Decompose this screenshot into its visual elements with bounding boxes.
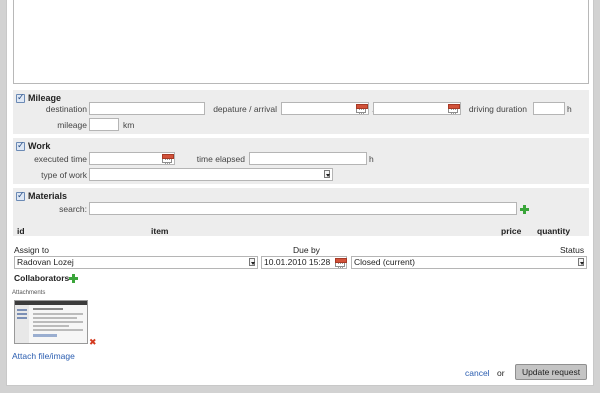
assign-to-select[interactable]: Radovan Lozej	[14, 256, 258, 269]
driving-duration-input[interactable]	[533, 102, 565, 115]
executed-calendar-icon[interactable]	[162, 154, 174, 164]
arrival-calendar-icon[interactable]	[448, 104, 460, 114]
attachment-thumbnail[interactable]	[14, 300, 88, 344]
add-material-icon[interactable]	[520, 205, 529, 214]
materials-search-label: search:	[59, 204, 87, 214]
mileage-checkbox-icon[interactable]	[16, 93, 25, 103]
materials-title: Materials	[28, 191, 68, 201]
departure-calendar-icon[interactable]	[356, 104, 368, 114]
add-collaborator-icon[interactable]	[69, 274, 78, 283]
materials-checkbox-icon[interactable]	[16, 191, 25, 201]
work-checkbox-icon[interactable]	[16, 141, 25, 151]
time-elapsed-input[interactable]	[249, 152, 367, 165]
mileage-unit: km	[123, 120, 135, 130]
column-header-quantity: quantity	[537, 226, 571, 236]
attachments-label: Attachments	[12, 290, 46, 296]
type-of-work-dropdown-arrow-icon[interactable]	[324, 170, 330, 178]
executed-time-label: executed time	[34, 154, 87, 164]
column-header-item: item	[151, 226, 169, 236]
departure-label: depature / arrival	[213, 104, 277, 114]
cancel-link[interactable]: cancel	[465, 368, 490, 378]
update-request-button[interactable]: Update request	[515, 364, 587, 380]
materials-search-input[interactable]	[89, 202, 517, 215]
destination-input[interactable]	[89, 102, 205, 115]
time-elapsed-unit: h	[369, 154, 374, 164]
or-text: or	[497, 368, 505, 378]
destination-label: destination	[45, 104, 87, 114]
status-label: Status	[560, 245, 585, 255]
mileage-input[interactable]	[89, 118, 119, 131]
due-by-label: Due by	[293, 245, 320, 255]
driving-duration-unit: h	[567, 104, 572, 114]
work-title: Work	[28, 141, 51, 151]
assign-to-label: Assign to	[14, 245, 49, 255]
delete-attachment-icon[interactable]: ✖	[89, 339, 97, 348]
description-textarea[interactable]	[13, 0, 589, 84]
due-by-calendar-icon[interactable]	[335, 258, 347, 268]
time-elapsed-label: time elapsed	[196, 154, 245, 164]
collaborators-label: Collaborators	[14, 273, 70, 283]
type-of-work-select[interactable]	[89, 168, 333, 181]
status-select[interactable]: Closed (current)	[351, 256, 587, 269]
column-header-id: id	[17, 226, 25, 236]
attach-file-link[interactable]: Attach file/image	[12, 351, 75, 361]
mileage-label: mileage	[57, 120, 87, 130]
type-of-work-label: type of work	[41, 170, 87, 180]
status-dropdown-arrow-icon[interactable]	[578, 258, 584, 266]
request-form-panel: Mileage destination depature / arrival /…	[6, 0, 594, 386]
assign-to-dropdown-arrow-icon[interactable]	[249, 258, 255, 266]
driving-duration-label: driving duration	[468, 104, 527, 114]
mileage-title: Mileage	[28, 93, 62, 103]
column-header-price: price	[501, 226, 522, 236]
attachment-preview-image	[15, 301, 87, 343]
